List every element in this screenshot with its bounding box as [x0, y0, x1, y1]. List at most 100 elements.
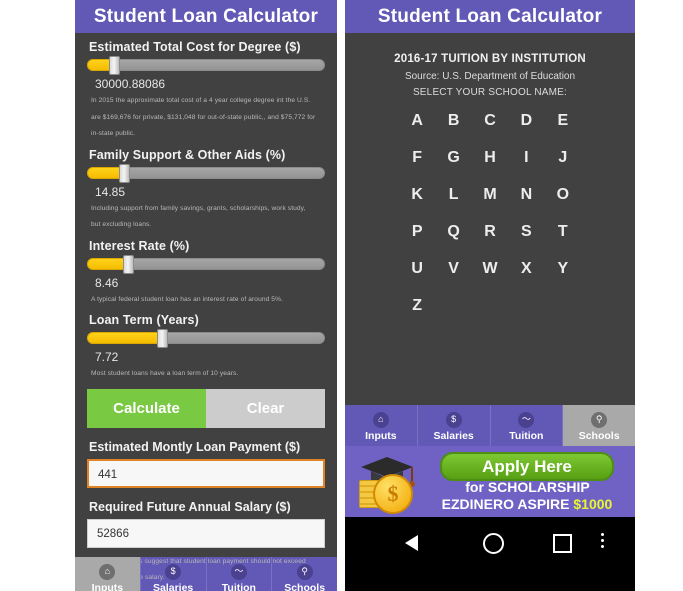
slider-1[interactable] — [87, 163, 325, 183]
ad-line-brand: EZDINERO ASPIRE $1000 — [427, 496, 627, 512]
schools-source: Source: U.S. Department of Education — [404, 71, 576, 82]
result-label-0: Estimated Montly Loan Payment ($) — [89, 439, 301, 454]
tab-schools[interactable]: ⚲ Schools — [272, 557, 337, 591]
field-note-3-0: Most student loans have a loan term of 1… — [91, 370, 239, 378]
tab-inputs[interactable]: ⌂ Inputs — [75, 557, 141, 591]
letter-button-X[interactable]: X — [508, 260, 544, 278]
slider-fill — [87, 166, 123, 179]
letter-button-Y[interactable]: Y — [545, 260, 581, 278]
dollar-icon: $ — [445, 411, 462, 428]
result-field-1[interactable]: 52866 — [87, 518, 325, 548]
field-label-1: Family Support & Other Aids (%) — [89, 147, 286, 162]
ad-banner[interactable]: $ Apply Here for SCHOLARSHIP EZDINERO AS… — [345, 446, 635, 517]
letter-button-L[interactable]: L — [435, 186, 471, 204]
letter-button-W[interactable]: W — [472, 260, 508, 278]
android-navigation-bar[interactable] — [345, 517, 635, 577]
home-icon: ⌂ — [99, 563, 116, 580]
letter-button-K[interactable]: K — [399, 186, 435, 204]
field-label-0: Estimated Total Cost for Degree ($) — [89, 40, 301, 54]
ad-amount-text: $1000 — [573, 496, 613, 512]
back-icon[interactable] — [405, 535, 418, 551]
search-icon: ⚲ — [296, 563, 313, 580]
app-title-left: Student Loan Calculator — [75, 0, 337, 33]
slider-thumb[interactable] — [123, 254, 135, 274]
field-note-1-1: but excluding loans. — [91, 221, 152, 229]
slider-value-1: 14.85 — [95, 184, 126, 199]
tab-label: Salaries — [152, 581, 194, 591]
tab-label: Salaries — [433, 429, 474, 442]
tab-tuition[interactable]: 〜 Tuition — [491, 405, 564, 446]
schools-prompt: SELECT YOUR SCHOOL NAME: — [412, 87, 568, 98]
slider-thumb[interactable] — [109, 56, 121, 75]
overflow-icon[interactable] — [601, 533, 604, 551]
result-field-0[interactable]: 441 — [87, 458, 325, 488]
chart-icon: 〜 — [230, 563, 247, 580]
slider-thumb[interactable] — [118, 163, 130, 183]
letter-button-G[interactable]: G — [435, 149, 471, 167]
slider-thumb[interactable] — [156, 329, 168, 349]
home-circle-icon[interactable] — [483, 533, 504, 554]
slider-3[interactable] — [87, 329, 325, 349]
slider-fill — [87, 257, 128, 270]
tab-label: Schools — [284, 581, 326, 591]
letter-button-Z[interactable]: Z — [399, 297, 435, 315]
letter-button-U[interactable]: U — [399, 260, 435, 278]
tab-inputs[interactable]: ⌂ Inputs — [345, 405, 418, 446]
slider-2[interactable] — [87, 254, 325, 274]
bottom-tab-bar-left[interactable]: ⌂ Inputs $ Salaries 〜 Tuition ⚲ Schools — [75, 557, 337, 591]
alphabet-grid[interactable]: ABCDE FGHIJ KLMNO PQRST UVWXY Z — [399, 112, 581, 315]
letter-button-I[interactable]: I — [508, 149, 544, 167]
letter-button-F[interactable]: F — [399, 149, 435, 167]
calculate-button[interactable]: Calculate — [87, 388, 206, 428]
chart-icon: 〜 — [518, 411, 535, 428]
coin-icon: $ — [373, 474, 413, 514]
slider-fill — [87, 332, 161, 345]
bottom-tab-bar-right[interactable]: ⌂ Inputs $ Salaries 〜 Tuition ⚲ Schools — [345, 405, 635, 446]
letter-button-E[interactable]: E — [545, 112, 581, 130]
inputs-panel: Estimated Total Cost for Degree ($) 30000… — [75, 40, 337, 581]
schools-heading: 2016-17 TUITION BY INSTITUTION — [394, 53, 586, 65]
letter-button-A[interactable]: A — [399, 112, 435, 130]
app-title-right: Student Loan Calculator — [345, 0, 635, 33]
square-icon[interactable] — [553, 534, 572, 553]
letter-button-S[interactable]: S — [508, 223, 544, 241]
tab-label: Tuition — [509, 429, 544, 442]
apply-here-button[interactable]: Apply Here — [440, 452, 614, 481]
tab-salaries[interactable]: $ Salaries — [418, 405, 491, 446]
right-phone-screen: Student Loan Calculator 2016-17 TUITION … — [345, 0, 635, 591]
letter-button-O[interactable]: O — [545, 186, 581, 204]
letter-button-M[interactable]: M — [472, 186, 508, 204]
slider-0[interactable] — [87, 56, 325, 75]
letter-button-D[interactable]: D — [508, 112, 544, 130]
action-button-row: Calculate Clear — [87, 388, 325, 428]
letter-button-N[interactable]: N — [508, 186, 544, 204]
letter-button-Q[interactable]: Q — [435, 223, 471, 241]
letter-button-R[interactable]: R — [472, 223, 508, 241]
slider-track[interactable] — [87, 59, 325, 71]
letter-button-C[interactable]: C — [472, 112, 508, 130]
field-note-1-0: Including support from family savings, g… — [91, 204, 306, 212]
field-label-3: Loan Term (Years) — [89, 313, 199, 328]
letter-button-T[interactable]: T — [545, 223, 581, 241]
tab-label: Inputs — [365, 429, 397, 442]
search-icon: ⚲ — [591, 411, 608, 428]
tab-salaries[interactable]: $ Salaries — [141, 557, 207, 591]
letter-button-P[interactable]: P — [399, 223, 435, 241]
tab-label: Schools — [578, 429, 620, 442]
clear-button[interactable]: Clear — [206, 388, 325, 428]
field-note-2-0: A typical federal student loan has an in… — [91, 295, 283, 303]
tab-schools[interactable]: ⚲ Schools — [563, 405, 635, 446]
letter-button-B[interactable]: B — [435, 112, 471, 130]
letter-button-V[interactable]: V — [435, 260, 471, 278]
field-note-0-0: In 2015 the approximate total cost of a … — [91, 97, 311, 104]
slider-value-0: 30000.88086 — [95, 77, 166, 91]
letter-button-H[interactable]: H — [472, 149, 508, 167]
letter-button-J[interactable]: J — [545, 149, 581, 167]
tab-label: Tuition — [221, 581, 256, 591]
slider-value-3: 7.72 — [95, 350, 119, 365]
left-phone-screen: Student Loan Calculator Estimated Total … — [75, 0, 337, 591]
ad-line-scholarship: for SCHOLARSHIP — [465, 479, 590, 495]
result-label-1: Required Future Annual Salary ($) — [89, 499, 291, 514]
tab-tuition[interactable]: 〜 Tuition — [207, 557, 273, 591]
field-label-2: Interest Rate (%) — [89, 238, 190, 253]
